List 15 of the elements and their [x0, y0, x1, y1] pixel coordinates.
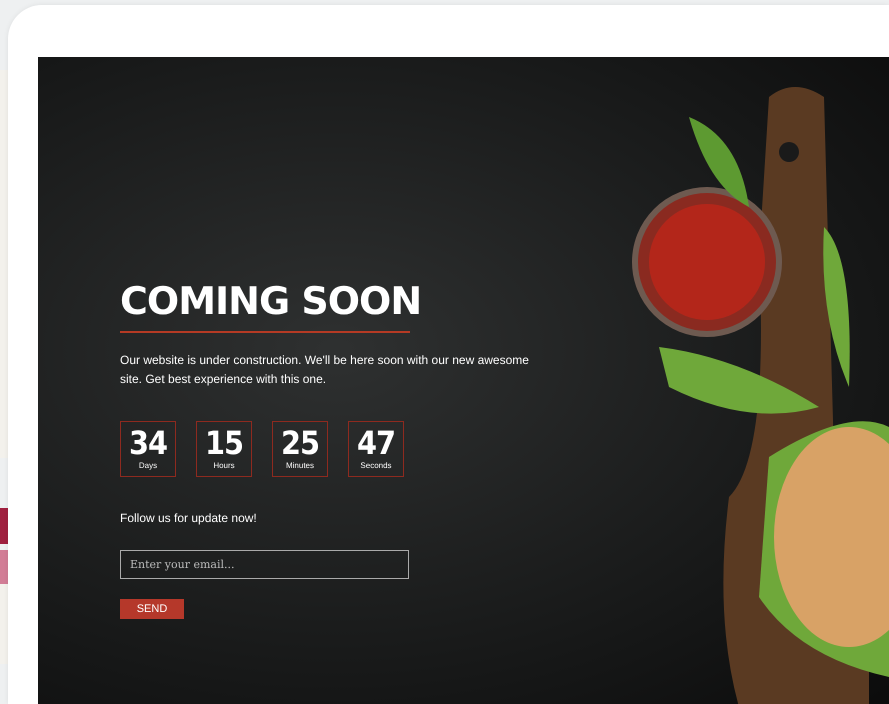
email-field[interactable]: Enter your email...	[120, 550, 409, 579]
countdown-number: 15	[204, 427, 244, 459]
description-text: Our website is under construction. We'll be here soon with our new awesome site. Get best experience with this one.	[120, 352, 530, 388]
countdown-label: Hours	[213, 461, 235, 471]
follow-heading: Follow us for update now!	[120, 511, 258, 525]
page-preview-bar	[0, 550, 8, 584]
countdown-label: Minutes	[286, 461, 314, 471]
countdown-number: 25	[280, 427, 320, 459]
page-title: COMING SOON	[120, 279, 422, 323]
page-preview-bar	[0, 508, 8, 544]
countdown-number: 47	[356, 427, 396, 459]
countdown-number: 34	[128, 427, 168, 459]
countdown-label: Seconds	[360, 461, 392, 471]
countdown-label: Days	[138, 461, 158, 471]
send-button[interactable]: SEND	[120, 599, 184, 619]
